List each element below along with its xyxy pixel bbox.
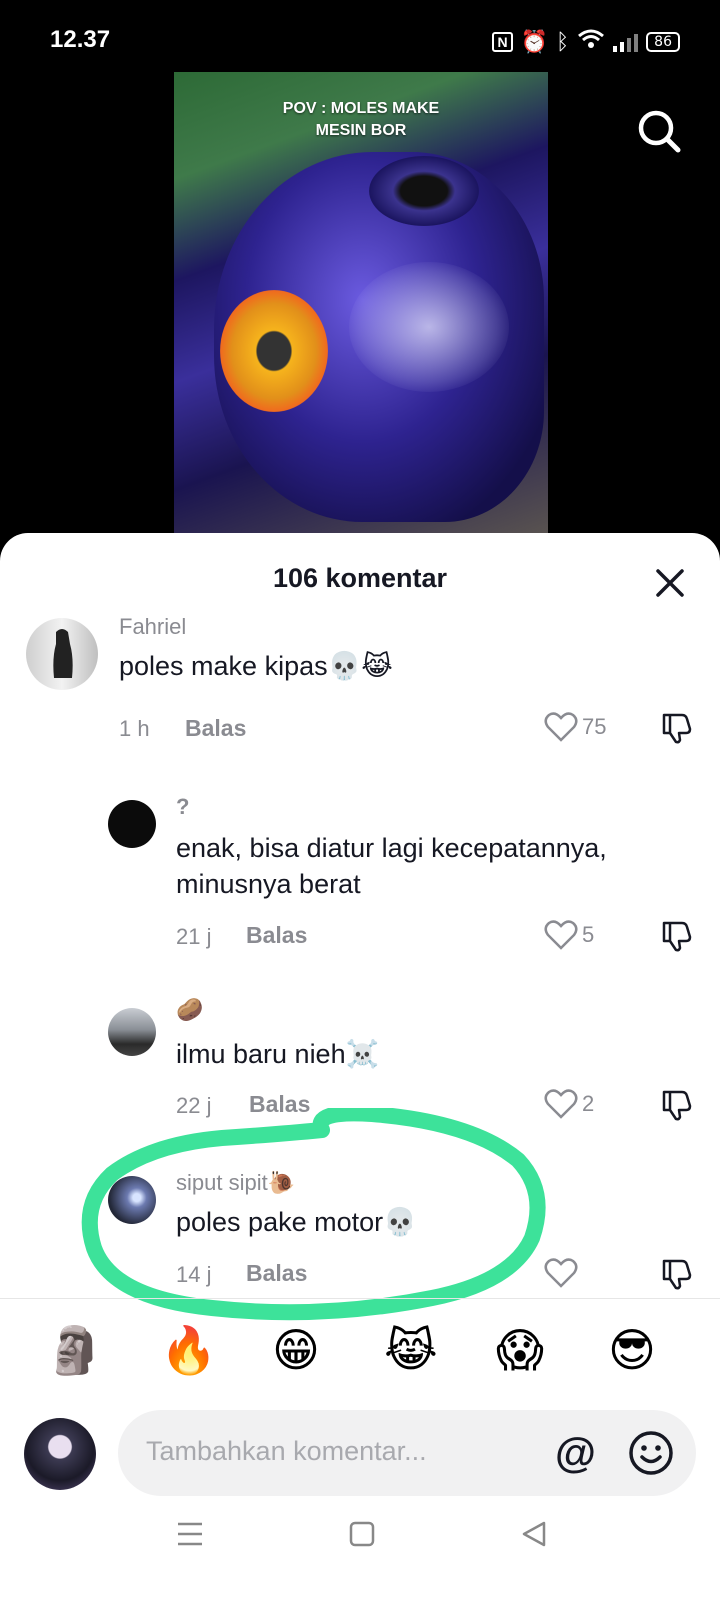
battery-icon: 86 xyxy=(646,32,680,52)
like-button[interactable]: 75 xyxy=(544,712,606,742)
overlay-line-1: POV : MOLES MAKE xyxy=(282,100,440,117)
dislike-icon xyxy=(662,921,692,952)
alarm-icon: ⏰ xyxy=(520,29,548,54)
dislike-icon xyxy=(662,713,692,744)
heart-icon xyxy=(544,712,578,742)
signal-icon xyxy=(613,32,639,52)
status-bar: 12.37 N ⏰ ᛒ 86 xyxy=(0,0,720,72)
back-icon[interactable] xyxy=(520,1520,548,1548)
search-button[interactable] xyxy=(632,104,688,160)
comment-input[interactable]: Tambahkan komentar... @ xyxy=(118,1410,696,1496)
nfc-icon: N xyxy=(492,32,513,52)
comment-username[interactable]: 🥔 xyxy=(176,998,203,1023)
like-count: 75 xyxy=(582,714,607,739)
mention-button[interactable]: @ xyxy=(555,1428,596,1478)
emoji-icon xyxy=(629,1431,673,1475)
emoji-scream[interactable]: 😱 xyxy=(496,1322,544,1378)
comment-username[interactable]: ? xyxy=(176,794,189,820)
highlight-annotation xyxy=(81,1108,546,1321)
dislike-button[interactable] xyxy=(660,1088,694,1127)
reply-button[interactable]: Balas xyxy=(246,922,307,949)
overlay-line-2: MESIN BOR xyxy=(315,122,407,139)
system-nav-bar xyxy=(0,1520,720,1600)
my-avatar[interactable] xyxy=(24,1418,96,1490)
video-preview[interactable]: POV : MOLES MAKE MESIN BOR xyxy=(174,72,548,534)
close-button[interactable] xyxy=(654,567,686,599)
status-icons: N ⏰ ᛒ 86 xyxy=(492,28,680,56)
heart-icon xyxy=(544,920,578,950)
comments-title: 106 komentar xyxy=(272,563,448,593)
dislike-button[interactable] xyxy=(660,711,694,750)
video-foam-shape xyxy=(349,262,509,392)
wifi-icon xyxy=(577,28,605,56)
menu-icon[interactable] xyxy=(176,1520,204,1548)
dislike-button[interactable] xyxy=(660,1257,694,1296)
dislike-icon xyxy=(662,1259,692,1290)
video-overlay-text: POV : MOLES MAKE MESIN BOR xyxy=(174,98,548,142)
emoji-cat-tears[interactable]: 😹 xyxy=(384,1322,438,1378)
emoji-fire[interactable]: 🔥 xyxy=(160,1322,217,1378)
emoji-moai[interactable]: 🗿 xyxy=(46,1322,103,1378)
video-pad-shape xyxy=(220,290,328,412)
emoji-button[interactable] xyxy=(628,1430,674,1476)
avatar[interactable] xyxy=(26,618,98,690)
like-button[interactable]: 5 xyxy=(544,920,594,950)
comment-input-placeholder: Tambahkan komentar... xyxy=(146,1436,427,1466)
comment-text-line-1: enak, bisa diatur lagi kecepatannya, xyxy=(176,833,607,863)
dislike-button[interactable] xyxy=(660,919,694,958)
home-icon[interactable] xyxy=(348,1520,376,1548)
avatar[interactable] xyxy=(108,800,156,848)
dislike-icon xyxy=(662,1090,692,1121)
status-time: 12.37 xyxy=(50,26,111,53)
search-icon xyxy=(638,110,681,153)
close-icon xyxy=(656,569,684,597)
comment-text: ilmu baru nieh☠️ xyxy=(176,1039,380,1069)
reply-button[interactable]: Balas xyxy=(185,715,246,742)
like-count: 5 xyxy=(582,922,595,947)
comment-text: poles make kipas💀😹 xyxy=(119,651,393,681)
comment-time: 21 j xyxy=(176,924,212,949)
divider xyxy=(0,1298,720,1299)
avatar[interactable] xyxy=(108,1008,156,1056)
video-cap-shape xyxy=(369,156,479,226)
comment-username[interactable]: Fahriel xyxy=(119,614,186,640)
comment-time: 1 h xyxy=(119,716,150,741)
emoji-sunglasses[interactable]: 😎 xyxy=(608,1322,656,1378)
comment-text-line-2: minusnya berat xyxy=(176,869,361,899)
emoji-grin[interactable]: 😁 xyxy=(272,1322,320,1378)
bluetooth-icon: ᛒ xyxy=(555,29,570,55)
like-count: 2 xyxy=(582,1091,595,1116)
